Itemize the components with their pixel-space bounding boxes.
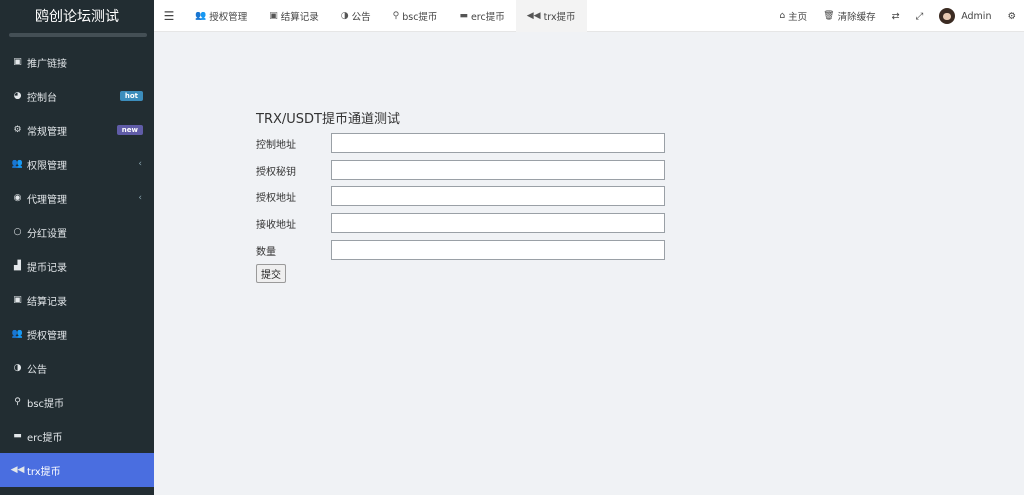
- sidebar-menu: ▣ 推广链接 ◕ 控制台 hot ⚙ 常规管理 new 👥 权限管理 ‹ ◉ 代…: [0, 45, 154, 487]
- sidebar-item-label: 权限管理: [27, 160, 67, 172]
- tab-erc-withdraw[interactable]: ▬ erc提币: [448, 0, 515, 32]
- group-icon: 👥: [195, 10, 207, 21]
- receive-address-input[interactable]: [331, 213, 665, 233]
- group-icon: 👥: [11, 159, 24, 169]
- sidebar-item-erc-withdraw[interactable]: ▬ erc提币: [0, 419, 154, 453]
- backward-icon: ◀◀: [10, 465, 25, 475]
- avatar: [939, 8, 956, 24]
- field-label: 控制地址: [256, 139, 296, 151]
- sidebar-item-dividends[interactable]: ○ 分红设置: [0, 215, 154, 249]
- tab-label: erc提币: [470, 11, 505, 23]
- form-row-auth-key: 授权秘钥: [256, 160, 665, 180]
- bicycle-icon: ⚲: [14, 397, 21, 407]
- field-label: 授权秘钥: [256, 166, 296, 178]
- auth-address-input[interactable]: [331, 186, 665, 206]
- home-link[interactable]: ⌂ 主页: [771, 0, 815, 32]
- circle-icon: ○: [13, 227, 22, 237]
- user-menu[interactable]: Admin: [931, 0, 999, 32]
- briefcase-icon: ▬: [459, 10, 468, 21]
- sidebar: 鸥创论坛测试 ▣ 推广链接 ◕ 控制台 hot ⚙ 常规管理 new 👥 权限管…: [0, 0, 154, 495]
- sidebar-item-bsc-withdraw[interactable]: ⚲ bsc提币: [0, 385, 154, 419]
- sidebar-item-authorization[interactable]: 👥 授权管理: [0, 317, 154, 351]
- sidebar-item-promo-links[interactable]: ▣ 推广链接: [0, 45, 154, 79]
- top-navbar: ☰ 👥 授权管理 ▣ 结算记录 ◑ 公告 ⚲ bsc提币 ▬ erc提币 ◀◀ …: [154, 0, 1024, 32]
- image-icon: ▣: [13, 295, 22, 305]
- tab-label: bsc提币: [402, 11, 438, 23]
- sidebar-item-label: trx提币: [27, 466, 61, 478]
- image-icon: ▣: [269, 10, 278, 21]
- chevron-left-icon: ‹: [138, 159, 142, 169]
- auth-key-input[interactable]: [331, 160, 665, 180]
- brand-title[interactable]: 鸥创论坛测试: [0, 0, 154, 32]
- clear-cache-button[interactable]: 🗑 清除缓存: [815, 0, 883, 32]
- dashboard-icon: ◕: [13, 91, 22, 101]
- hot-badge: hot: [119, 91, 143, 101]
- page-title: TRX/USDT提币通道测试: [256, 112, 400, 127]
- cogs-icon: ⚙: [1007, 10, 1016, 22]
- sidebar-item-label: 代理管理: [27, 194, 67, 206]
- adjust-icon: ◑: [340, 10, 349, 21]
- image-icon: ▣: [13, 57, 22, 67]
- form-row-auth-address: 授权地址: [256, 186, 665, 206]
- tab-bsc-withdraw[interactable]: ⚲ bsc提币: [382, 0, 449, 32]
- language-icon: ⇄: [891, 10, 900, 22]
- sidebar-item-withdraw-records[interactable]: ▟ 提币记录: [0, 249, 154, 283]
- tab-label: 结算记录: [280, 11, 319, 23]
- user-name: Admin: [961, 10, 992, 22]
- language-button[interactable]: ⇄: [884, 0, 908, 32]
- clear-cache-label: 清除缓存: [837, 12, 876, 23]
- user-circle-icon: ◉: [13, 193, 22, 203]
- sidebar-item-label: 结算记录: [27, 296, 67, 308]
- tab-label: 授权管理: [209, 11, 248, 23]
- sidebar-item-label: 分红设置: [27, 228, 67, 240]
- tab-label: trx提币: [543, 11, 576, 23]
- trash-icon: 🗑: [823, 11, 835, 21]
- bicycle-icon: ⚲: [392, 10, 400, 21]
- sidebar-item-general[interactable]: ⚙ 常规管理 new: [0, 113, 154, 147]
- submit-button[interactable]: 提交: [256, 264, 286, 283]
- sidebar-item-label: 授权管理: [27, 330, 67, 342]
- home-icon: ⌂: [779, 11, 786, 21]
- sidebar-item-label: bsc提币: [27, 398, 65, 410]
- sidebar-item-agents[interactable]: ◉ 代理管理 ‹: [0, 181, 154, 215]
- brand-divider: [9, 33, 147, 37]
- sidebar-item-label: erc提币: [27, 432, 63, 444]
- settings-button[interactable]: ⚙: [999, 0, 1024, 32]
- fullscreen-icon: ⤢: [915, 10, 924, 22]
- cogs-icon: ⚙: [13, 125, 22, 135]
- home-label: 主页: [788, 12, 808, 23]
- bank-icon: ▟: [14, 261, 21, 271]
- tab-announcements[interactable]: ◑ 公告: [330, 0, 382, 32]
- topbar-right: ⌂ 主页 🗑 清除缓存 ⇄ ⤢ Admin ⚙: [771, 0, 1024, 32]
- fullscreen-button[interactable]: ⤢: [908, 0, 932, 32]
- group-icon: 👥: [11, 329, 24, 339]
- field-label: 授权地址: [256, 192, 296, 204]
- tab-label: 公告: [351, 11, 371, 23]
- form-row-receive-address: 接收地址: [256, 213, 665, 233]
- briefcase-icon: ▬: [13, 431, 22, 441]
- chevron-left-icon: ‹: [138, 193, 142, 203]
- sidebar-item-label: 提币记录: [27, 262, 67, 274]
- sidebar-item-label: 公告: [27, 364, 47, 376]
- tab-settlement-records[interactable]: ▣ 结算记录: [258, 0, 330, 32]
- form-row-quantity: 数量: [256, 240, 665, 260]
- sidebar-item-trx-withdraw[interactable]: ◀◀ trx提币: [0, 453, 154, 487]
- tab-trx-withdraw[interactable]: ◀◀ trx提币: [515, 0, 587, 32]
- field-label: 接收地址: [256, 219, 296, 231]
- sidebar-item-permissions[interactable]: 👥 权限管理 ‹: [0, 147, 154, 181]
- control-address-input[interactable]: [331, 133, 665, 153]
- tab-authorization[interactable]: 👥 授权管理: [184, 0, 258, 32]
- field-label: 数量: [256, 246, 276, 258]
- sidebar-item-settlement-records[interactable]: ▣ 结算记录: [0, 283, 154, 317]
- form-row-control-address: 控制地址: [256, 133, 665, 153]
- new-badge: new: [116, 125, 143, 135]
- sidebar-item-label: 推广链接: [27, 58, 67, 70]
- sidebar-item-announcements[interactable]: ◑ 公告: [0, 351, 154, 385]
- sidebar-item-dashboard[interactable]: ◕ 控制台 hot: [0, 79, 154, 113]
- quantity-input[interactable]: [331, 240, 665, 260]
- menu-toggle-icon[interactable]: ☰: [154, 0, 184, 32]
- main-content: TRX/USDT提币通道测试 控制地址 授权秘钥 授权地址 接收地址 数量 提交: [154, 32, 1024, 495]
- backward-icon: ◀◀: [526, 10, 541, 21]
- adjust-icon: ◑: [13, 363, 22, 373]
